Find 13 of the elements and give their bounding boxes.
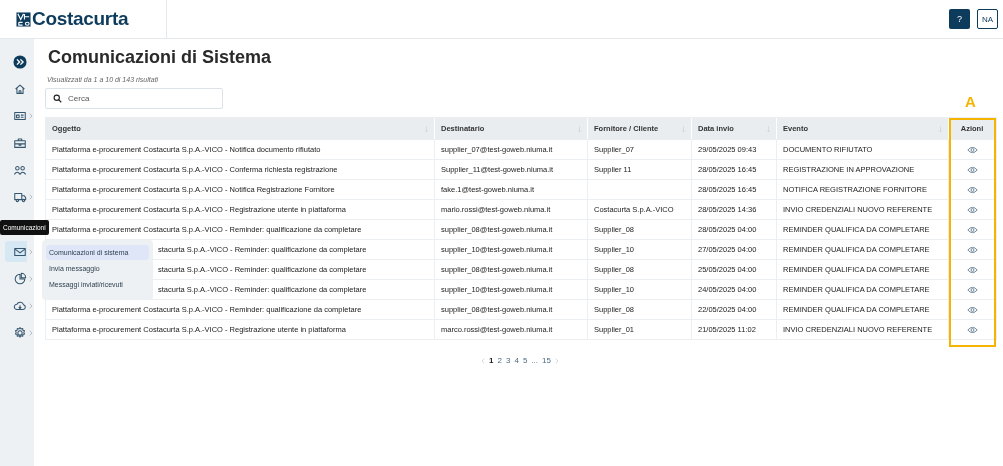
page-link[interactable]: 4 [514,356,519,365]
page-link[interactable]: 1 [489,356,494,365]
annotation-label: A [965,93,976,110]
page-link[interactable]: 2 [497,356,502,365]
company-logo: Costacurta [32,8,129,30]
help-button[interactable]: ? [949,9,970,29]
page-link[interactable]: 15 [542,356,551,365]
page-link[interactable]: 5 [522,356,528,365]
page-link[interactable]: ... [531,356,538,365]
page-title: Comunicazioni di Sistema [48,47,273,68]
search-field[interactable]: Cerca [45,88,223,109]
user-avatar-button[interactable]: NA [977,9,998,29]
page-link[interactable]: 3 [506,356,511,365]
